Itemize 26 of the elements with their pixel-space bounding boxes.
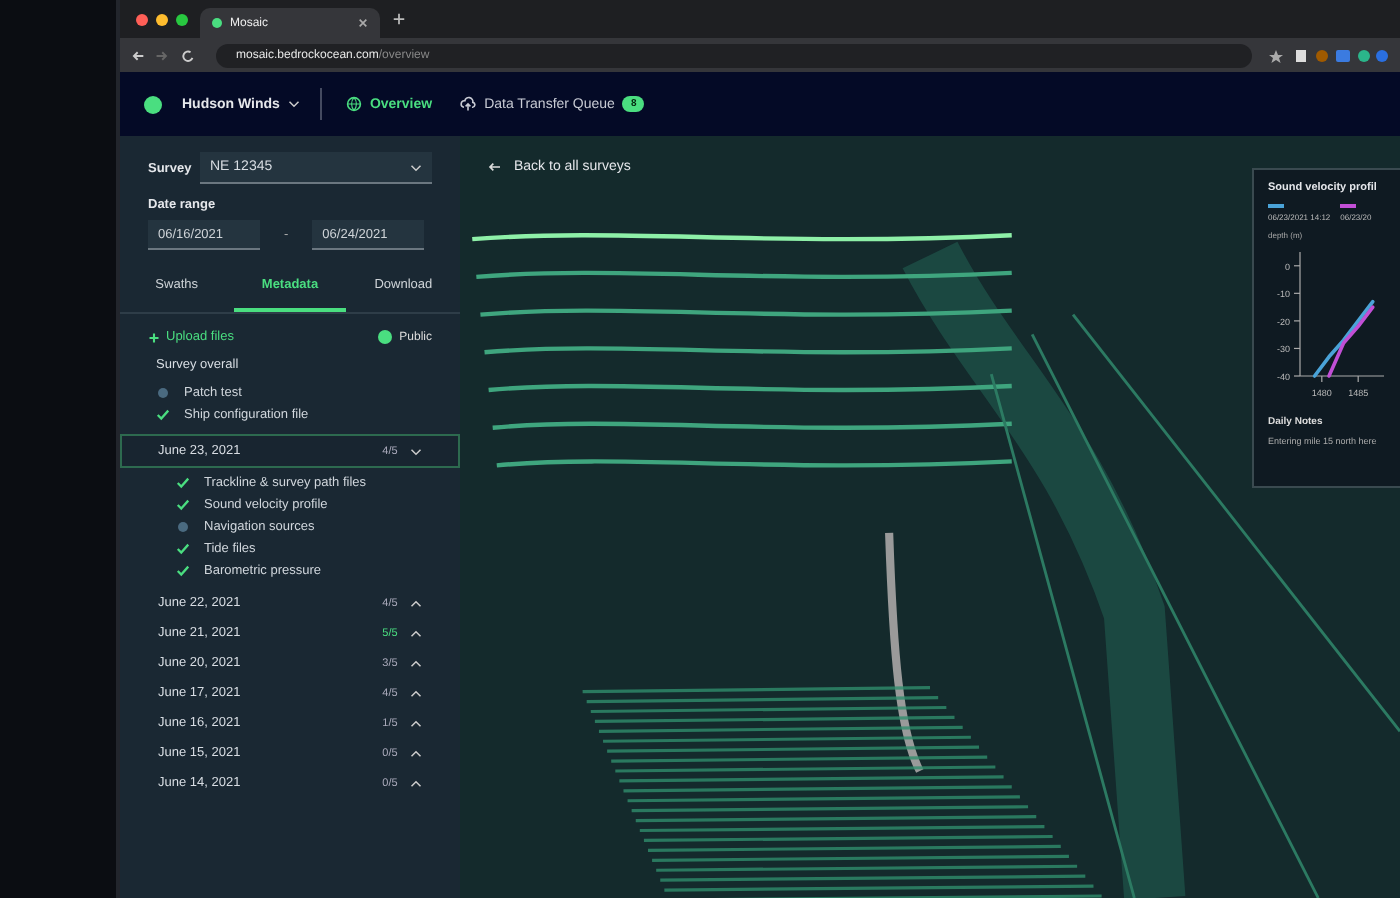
logo-icon xyxy=(144,95,162,113)
browser-extensions-icon[interactable] xyxy=(1268,47,1388,63)
close-window-icon[interactable] xyxy=(136,13,148,25)
chevron-down-icon xyxy=(410,163,422,171)
velocity-line xyxy=(1312,298,1375,377)
close-icon[interactable] xyxy=(358,18,368,28)
chevron-up-icon xyxy=(410,689,422,697)
chevron-up-icon xyxy=(410,719,422,727)
chevron-up-icon xyxy=(410,629,422,637)
globe-icon xyxy=(345,96,362,112)
y-axis xyxy=(1293,250,1301,376)
x-axis xyxy=(1299,374,1385,382)
new-tab-icon[interactable] xyxy=(392,12,406,26)
plus-icon xyxy=(148,331,160,343)
maximize-window-icon[interactable] xyxy=(176,13,188,25)
chevron-down-icon xyxy=(410,447,422,455)
chevron-up-icon xyxy=(410,599,422,607)
cloud-upload-icon xyxy=(460,96,477,112)
velocity-line xyxy=(1327,304,1375,377)
favicon-icon xyxy=(212,18,222,28)
arrow-left-icon xyxy=(488,162,502,172)
chevron-up-icon xyxy=(410,749,422,757)
chevron-down-icon xyxy=(287,100,300,108)
minimize-window-icon[interactable] xyxy=(156,13,168,25)
chevron-up-icon xyxy=(410,779,422,787)
chevron-up-icon xyxy=(410,659,422,667)
